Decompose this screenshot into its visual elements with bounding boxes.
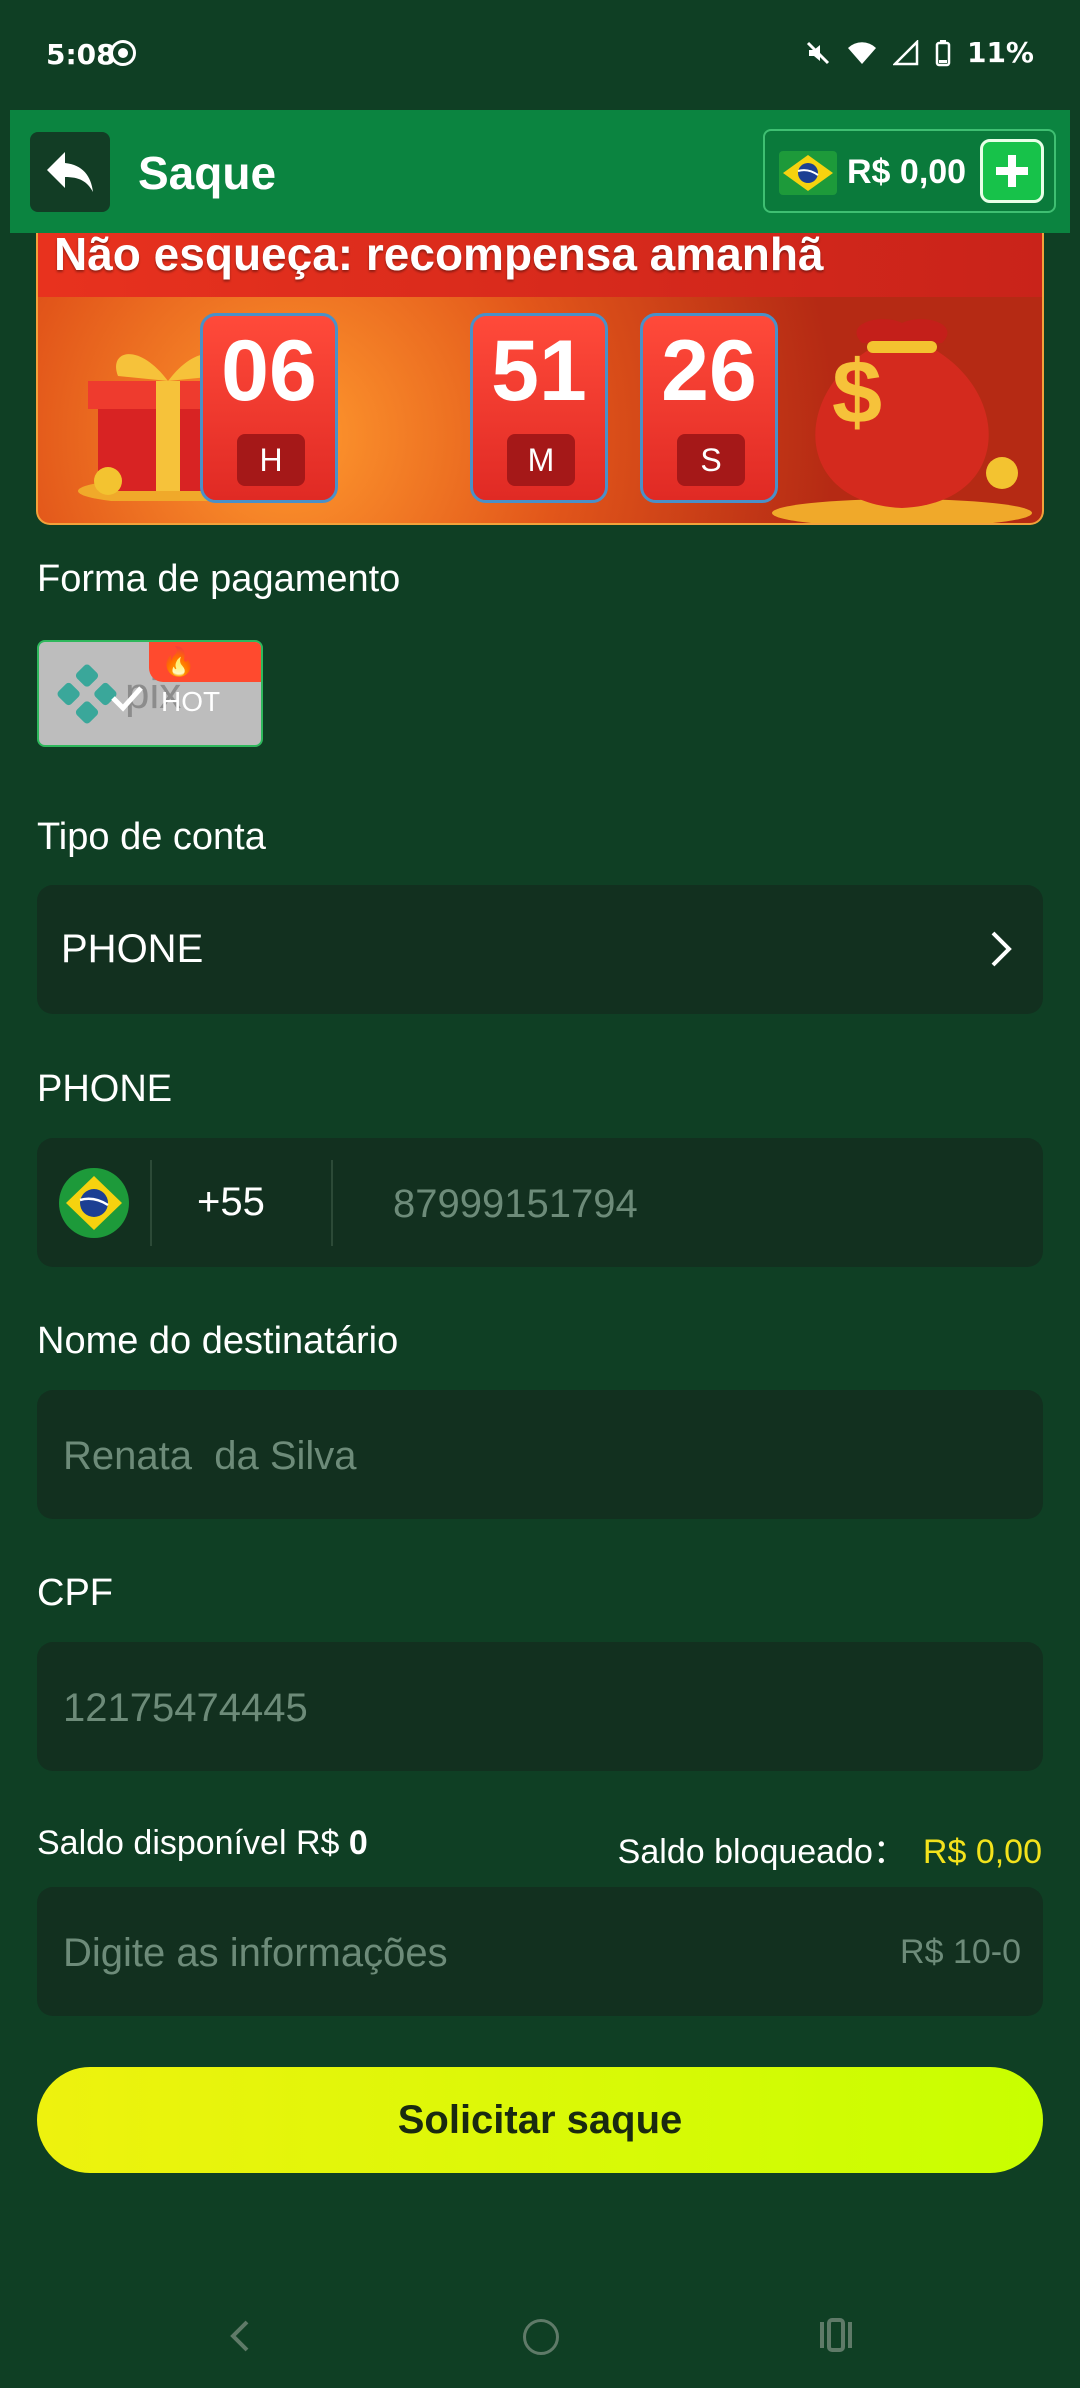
account-type-select[interactable]: PHONE [37,885,1043,1014]
blocked-balance-label: Saldo bloqueado： [617,1833,907,1871]
svg-text:$: $ [832,343,882,443]
account-type-value: PHONE [61,927,204,971]
blocked-balance: Saldo bloqueado： R$ 0,00 [618,1824,1042,1873]
available-balance: Saldo disponível R$ 0 [37,1824,368,1863]
available-balance-value: 0 [348,1824,368,1862]
brazil-flag-icon [779,151,837,195]
page-title: Saque [138,147,277,199]
cpf-label: CPF [37,1572,113,1614]
phone-field: +55 [37,1138,1043,1267]
plus-icon [996,155,1028,187]
timer-minutes-unit: M [507,434,575,486]
timer-hours-value: 06 [221,323,317,419]
status-bar: 5:08 11% [0,0,1080,110]
top-bar: Saque R$ 0,00 [10,110,1070,233]
focus-mode-icon [110,40,136,66]
divider [331,1160,333,1246]
timer-minutes: 51 M [470,313,608,503]
battery-percent: 11% [966,36,1034,69]
balance-chip[interactable]: R$ 0,00 [763,129,1056,213]
battery-icon [935,39,951,66]
phone-label: PHONE [37,1068,173,1110]
blocked-balance-value: R$ 0,00 [922,1833,1042,1871]
chevron-right-icon [991,931,1012,967]
timer-seconds-value: 26 [661,323,757,419]
country-code[interactable]: +55 [197,1180,265,1225]
hot-badge-text: HOT [161,686,221,717]
divider [150,1160,152,1246]
pix-payment-option[interactable]: pix 🔥 HOT [37,640,263,747]
banner-title: Não esqueça: recompensa amanhã [54,233,824,280]
available-balance-label: Saldo disponível R$ [37,1824,340,1862]
timer-seconds-unit: S [677,434,745,486]
back-arrow-icon [47,152,93,192]
account-type-label: Tipo de conta [37,816,266,858]
request-withdrawal-button[interactable]: Solicitar saque [37,2067,1043,2173]
hot-badge: 🔥 HOT [149,642,261,717]
status-icons: 11% [805,36,1034,69]
mute-icon [806,41,830,64]
nav-home-icon[interactable] [523,2319,559,2355]
nav-recent-apps-icon[interactable] [818,2318,854,2352]
cpf-input[interactable] [61,1672,1015,1744]
brazil-flag-icon[interactable] [59,1168,129,1238]
payment-method-label: Forma de pagamento [37,558,401,600]
back-button[interactable] [30,132,110,212]
recipient-name-input[interactable] [61,1420,1015,1492]
money-bag-icon: $ [772,319,1032,523]
recipient-name-field [37,1390,1043,1519]
amount-range-hint: R$ 10-0 [900,1933,1021,1971]
timer-hours-unit: H [237,434,305,486]
recipient-name-label: Nome do destinatário [37,1320,399,1362]
header-balance: R$ 0,00 [847,153,967,191]
timer-seconds: 26 S [640,313,778,503]
deposit-button[interactable] [980,139,1044,203]
amount-input[interactable] [61,1917,845,1989]
status-time: 5:08 [46,38,116,71]
timer-minutes-value: 51 [491,323,587,419]
signal-icon [892,39,919,65]
amount-field: R$ 10-0 [37,1887,1043,2016]
phone-input[interactable] [391,1168,1015,1240]
nav-back-icon[interactable] [225,2318,255,2354]
reward-banner[interactable]: Não esqueça: recompensa amanhã $ 06 H 51… [36,233,1044,525]
wifi-icon [847,41,876,64]
flame-icon: 🔥 [161,646,196,677]
timer-hours: 06 H [200,313,338,503]
cpf-field [37,1642,1043,1771]
